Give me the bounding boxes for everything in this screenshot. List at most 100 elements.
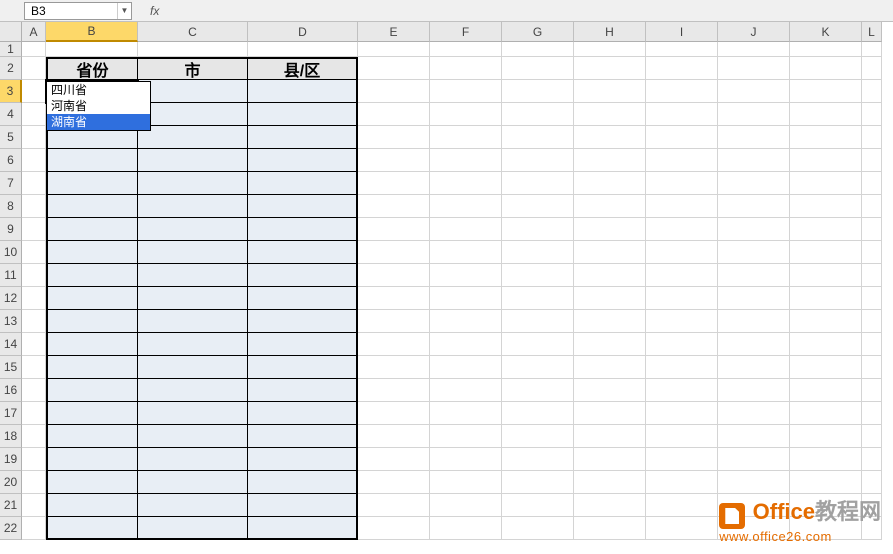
cell-J15[interactable] bbox=[718, 356, 790, 379]
cell-A17[interactable] bbox=[22, 402, 46, 425]
cell-G7[interactable] bbox=[502, 172, 574, 195]
cell-B22[interactable] bbox=[46, 517, 138, 540]
dropdown-item[interactable]: 湖南省 bbox=[47, 114, 150, 130]
cell-G2[interactable] bbox=[502, 57, 574, 80]
cell-L16[interactable] bbox=[862, 379, 882, 402]
cell-J4[interactable] bbox=[718, 103, 790, 126]
cell-L13[interactable] bbox=[862, 310, 882, 333]
cell-F5[interactable] bbox=[430, 126, 502, 149]
cell-F14[interactable] bbox=[430, 333, 502, 356]
cell-G3[interactable] bbox=[502, 80, 574, 103]
cell-L12[interactable] bbox=[862, 287, 882, 310]
cell-I3[interactable] bbox=[646, 80, 718, 103]
cell-G17[interactable] bbox=[502, 402, 574, 425]
cell-E18[interactable] bbox=[358, 425, 430, 448]
cell-B20[interactable] bbox=[46, 471, 138, 494]
cell-A8[interactable] bbox=[22, 195, 46, 218]
cell-L14[interactable] bbox=[862, 333, 882, 356]
col-header-L[interactable]: L bbox=[862, 22, 882, 42]
cell-A1[interactable] bbox=[22, 42, 46, 57]
cell-D11[interactable] bbox=[248, 264, 358, 287]
cell-I18[interactable] bbox=[646, 425, 718, 448]
cell-E2[interactable] bbox=[358, 57, 430, 80]
cell-K2[interactable] bbox=[790, 57, 862, 80]
cell-C15[interactable] bbox=[138, 356, 248, 379]
cell-J12[interactable] bbox=[718, 287, 790, 310]
cell-A5[interactable] bbox=[22, 126, 46, 149]
cell-G6[interactable] bbox=[502, 149, 574, 172]
cell-D18[interactable] bbox=[248, 425, 358, 448]
row-header-15[interactable]: 15 bbox=[0, 356, 22, 379]
cell-J3[interactable] bbox=[718, 80, 790, 103]
cell-E13[interactable] bbox=[358, 310, 430, 333]
cell-A20[interactable] bbox=[22, 471, 46, 494]
cell-B14[interactable] bbox=[46, 333, 138, 356]
cell-E3[interactable] bbox=[358, 80, 430, 103]
cell-D12[interactable] bbox=[248, 287, 358, 310]
cell-J10[interactable] bbox=[718, 241, 790, 264]
row-header-5[interactable]: 5 bbox=[0, 126, 22, 149]
cell-L10[interactable] bbox=[862, 241, 882, 264]
cell-C13[interactable] bbox=[138, 310, 248, 333]
cell-K3[interactable] bbox=[790, 80, 862, 103]
cell-L8[interactable] bbox=[862, 195, 882, 218]
cell-I6[interactable] bbox=[646, 149, 718, 172]
cell-C4[interactable] bbox=[138, 103, 248, 126]
cell-G13[interactable] bbox=[502, 310, 574, 333]
cell-D21[interactable] bbox=[248, 494, 358, 517]
dropdown-item[interactable]: 河南省 bbox=[47, 98, 150, 114]
cell-L19[interactable] bbox=[862, 448, 882, 471]
cell-C3[interactable] bbox=[138, 80, 248, 103]
cell-F2[interactable] bbox=[430, 57, 502, 80]
cell-D22[interactable] bbox=[248, 517, 358, 540]
cell-E20[interactable] bbox=[358, 471, 430, 494]
col-header-K[interactable]: K bbox=[790, 22, 862, 42]
cell-F6[interactable] bbox=[430, 149, 502, 172]
cell-I5[interactable] bbox=[646, 126, 718, 149]
cell-A2[interactable] bbox=[22, 57, 46, 80]
col-header-D[interactable]: D bbox=[248, 22, 358, 42]
cell-L20[interactable] bbox=[862, 471, 882, 494]
cell-A22[interactable] bbox=[22, 517, 46, 540]
cell-B8[interactable] bbox=[46, 195, 138, 218]
cell-F19[interactable] bbox=[430, 448, 502, 471]
cell-C6[interactable] bbox=[138, 149, 248, 172]
cell-C14[interactable] bbox=[138, 333, 248, 356]
cell-H10[interactable] bbox=[574, 241, 646, 264]
cell-L3[interactable] bbox=[862, 80, 882, 103]
cell-D16[interactable] bbox=[248, 379, 358, 402]
cell-B19[interactable] bbox=[46, 448, 138, 471]
cell-A16[interactable] bbox=[22, 379, 46, 402]
cell-A15[interactable] bbox=[22, 356, 46, 379]
cell-E5[interactable] bbox=[358, 126, 430, 149]
row-header-13[interactable]: 13 bbox=[0, 310, 22, 333]
cell-F11[interactable] bbox=[430, 264, 502, 287]
cell-J6[interactable] bbox=[718, 149, 790, 172]
cell-B10[interactable] bbox=[46, 241, 138, 264]
cell-F10[interactable] bbox=[430, 241, 502, 264]
cell-I1[interactable] bbox=[646, 42, 718, 57]
cell-B11[interactable] bbox=[46, 264, 138, 287]
cell-D14[interactable] bbox=[248, 333, 358, 356]
row-header-9[interactable]: 9 bbox=[0, 218, 22, 241]
cell-J9[interactable] bbox=[718, 218, 790, 241]
row-header-16[interactable]: 16 bbox=[0, 379, 22, 402]
cell-H11[interactable] bbox=[574, 264, 646, 287]
cell-C22[interactable] bbox=[138, 517, 248, 540]
cell-K16[interactable] bbox=[790, 379, 862, 402]
cell-H8[interactable] bbox=[574, 195, 646, 218]
cell-H22[interactable] bbox=[574, 517, 646, 540]
cell-E9[interactable] bbox=[358, 218, 430, 241]
fx-button[interactable]: fx bbox=[150, 4, 170, 18]
cell-I20[interactable] bbox=[646, 471, 718, 494]
cell-F8[interactable] bbox=[430, 195, 502, 218]
cell-D19[interactable] bbox=[248, 448, 358, 471]
cell-H12[interactable] bbox=[574, 287, 646, 310]
row-header-11[interactable]: 11 bbox=[0, 264, 22, 287]
cell-D17[interactable] bbox=[248, 402, 358, 425]
cell-F20[interactable] bbox=[430, 471, 502, 494]
cell-J2[interactable] bbox=[718, 57, 790, 80]
cell-G16[interactable] bbox=[502, 379, 574, 402]
cell-B21[interactable] bbox=[46, 494, 138, 517]
col-header-J[interactable]: J bbox=[718, 22, 790, 42]
